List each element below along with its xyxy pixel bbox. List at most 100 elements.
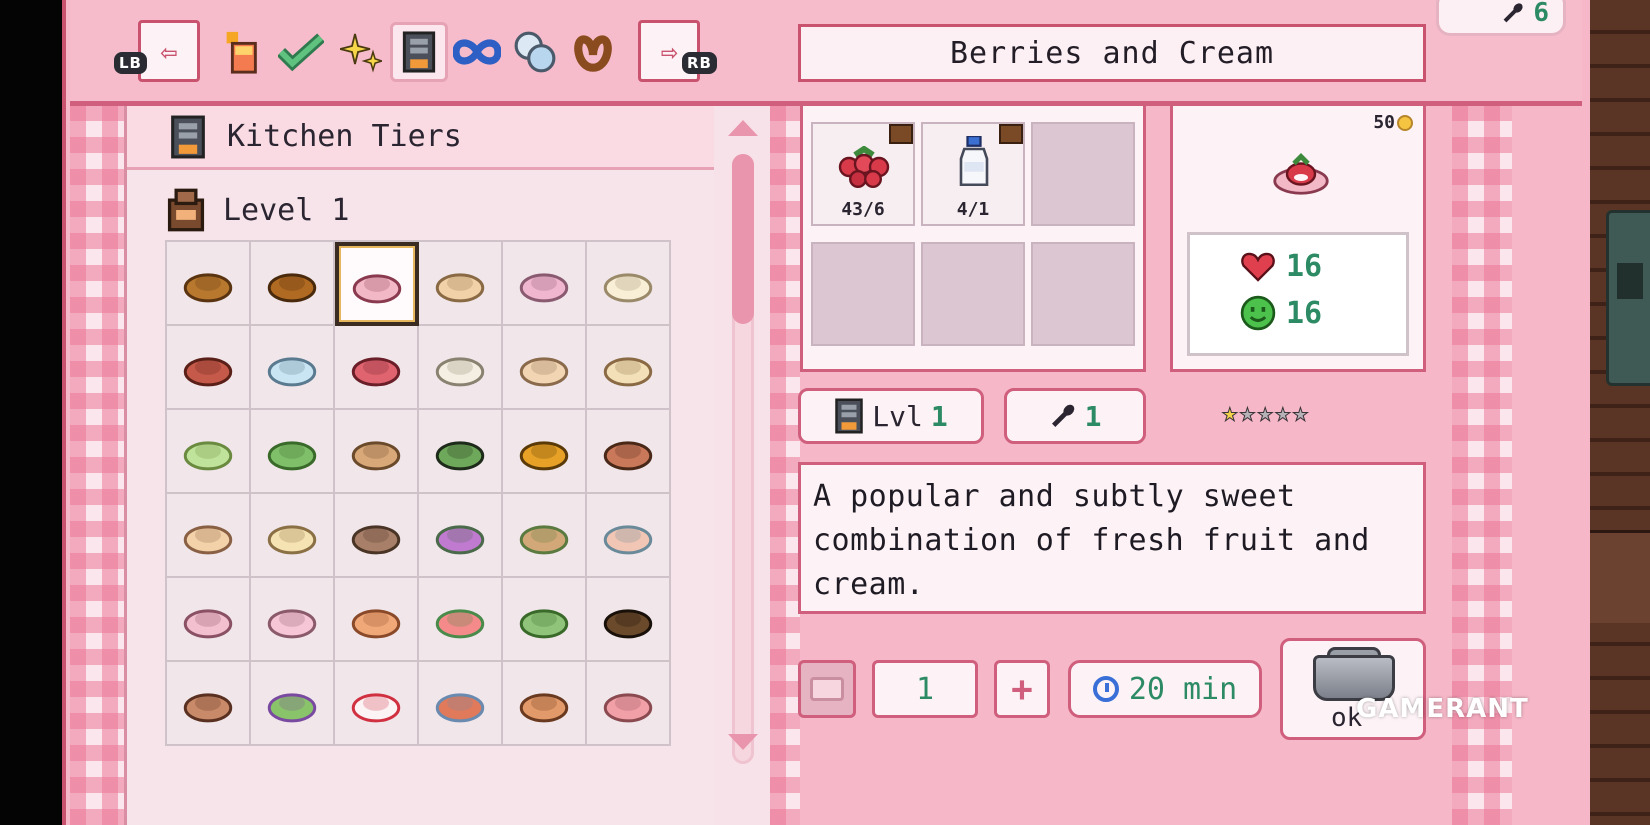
egg-plate-icon	[603, 273, 653, 303]
recipe-cell[interactable]	[251, 494, 335, 578]
tab-kitchen-tiers[interactable]	[390, 22, 448, 82]
level-label: Lvl	[872, 399, 923, 433]
onigiri-icon	[183, 609, 233, 639]
fork-icon	[1051, 404, 1074, 427]
kitchen-tier-icon	[171, 115, 205, 158]
recipe-cell[interactable]	[251, 242, 335, 326]
watermelon-icon	[435, 609, 485, 639]
stove-icon	[167, 188, 205, 232]
pink-soup-icon	[519, 273, 569, 303]
recipe-cell[interactable]	[167, 242, 251, 326]
tab-favorites[interactable]	[332, 22, 390, 82]
checkmark-icon	[278, 33, 324, 72]
recipe-cell[interactable]	[167, 662, 251, 746]
tab-materials[interactable]	[506, 22, 564, 82]
star-empty-icon: ★	[1292, 398, 1309, 428]
recipe-cell[interactable]	[503, 242, 587, 326]
clock-icon	[1092, 676, 1119, 702]
recipe-cell[interactable]	[587, 494, 671, 578]
background-scene	[1590, 0, 1650, 825]
recipe-cell[interactable]	[335, 242, 419, 326]
recipe-cell[interactable]	[419, 662, 503, 746]
sushi-icon	[603, 693, 653, 723]
recipe-cell[interactable]	[335, 326, 419, 410]
scroll-down-icon[interactable]	[728, 734, 758, 750]
scrollbar[interactable]	[714, 106, 770, 825]
recipe-cell[interactable]	[503, 410, 587, 494]
recipe-cell[interactable]	[419, 242, 503, 326]
dish-card: 50 16 16	[1170, 106, 1426, 372]
recipe-cell[interactable]	[503, 494, 587, 578]
kitchen-tiers-header: Kitchen Tiers	[127, 106, 714, 170]
prev-category-button[interactable]: ⇦	[138, 20, 200, 82]
fork-icon	[1503, 3, 1523, 23]
lb-badge: LB	[114, 52, 147, 74]
smiley-icon	[1240, 295, 1276, 331]
chest-icon	[889, 124, 913, 144]
veggie-bowl-icon	[519, 609, 569, 639]
scroll-up-icon[interactable]	[728, 120, 758, 136]
increase-quantity-button[interactable]: +	[994, 660, 1050, 718]
ingredient-slot-3[interactable]	[1031, 122, 1135, 226]
quantity-field[interactable]: 1	[872, 660, 978, 718]
salad-plate-icon	[183, 441, 233, 471]
recipe-cell[interactable]	[335, 410, 419, 494]
recipe-cell[interactable]	[167, 578, 251, 662]
recipe-cell[interactable]	[503, 578, 587, 662]
recipe-cell[interactable]	[251, 662, 335, 746]
tab-completed[interactable]	[272, 22, 330, 82]
recipe-cell[interactable]	[335, 578, 419, 662]
cook-button[interactable]: ok	[1280, 638, 1426, 740]
recipe-cell[interactable]	[419, 410, 503, 494]
recipe-cell[interactable]	[251, 410, 335, 494]
recipe-list: Kitchen Tiers Level 1	[124, 106, 714, 825]
ingredient-slot-1[interactable]: 43/6	[811, 122, 915, 226]
energy-stat: 16	[1240, 295, 1322, 331]
recipe-cell[interactable]	[419, 578, 503, 662]
recipe-cell[interactable]	[419, 494, 503, 578]
recipe-title: Berries and Cream	[798, 24, 1426, 82]
ingredient-slot-6[interactable]	[1031, 242, 1135, 346]
recipe-cell[interactable]	[587, 326, 671, 410]
price-value: 50	[1373, 112, 1395, 133]
tab-snacks[interactable]	[564, 22, 622, 82]
recipe-cell[interactable]	[503, 662, 587, 746]
tab-infinite[interactable]	[448, 22, 506, 82]
recipe-cell[interactable]	[251, 578, 335, 662]
ingredient-slot-2[interactable]: 4/1	[921, 122, 1025, 226]
kitchen-tier-icon	[835, 398, 864, 434]
cook-time-value: 20 min	[1128, 671, 1238, 707]
recipe-cell[interactable]	[587, 410, 671, 494]
ingredient-slot-5[interactable]	[921, 242, 1025, 346]
drink-cup-icon	[603, 525, 653, 555]
recipe-cell[interactable]	[587, 662, 671, 746]
tab-drinks[interactable]	[212, 22, 270, 82]
cook-time: 20 min	[1068, 660, 1262, 718]
recipe-cell[interactable]	[251, 326, 335, 410]
toast-sandwich-icon	[519, 525, 569, 555]
ingredient-slot-4[interactable]	[811, 242, 915, 346]
coin-icon	[1397, 114, 1413, 131]
decrease-quantity-button[interactable]	[798, 660, 856, 718]
berries-cream-icon	[1273, 153, 1329, 195]
drink-icon	[226, 31, 257, 74]
recipe-cell[interactable]	[167, 410, 251, 494]
arrow-left-icon: ⇦	[160, 34, 178, 68]
rb-badge: RB	[682, 52, 717, 74]
scroll-thumb[interactable]	[732, 154, 754, 324]
skewer-icon	[183, 357, 233, 387]
recipe-cell[interactable]	[419, 326, 503, 410]
recipe-cell[interactable]	[167, 494, 251, 578]
star-empty-icon: ★	[1257, 398, 1274, 428]
recipe-cell[interactable]	[335, 494, 419, 578]
recipe-cell[interactable]	[587, 578, 671, 662]
recipe-cell[interactable]	[335, 662, 419, 746]
star-empty-icon: ★	[1239, 398, 1256, 428]
recipe-cell[interactable]	[167, 326, 251, 410]
recipe-cell[interactable]	[587, 242, 671, 326]
bread-roll-icon	[267, 273, 317, 303]
fork-requirement-value: 1	[1084, 399, 1102, 433]
dumplings-icon	[351, 609, 401, 639]
recipe-cell[interactable]	[503, 326, 587, 410]
background-counter	[1590, 530, 1650, 623]
